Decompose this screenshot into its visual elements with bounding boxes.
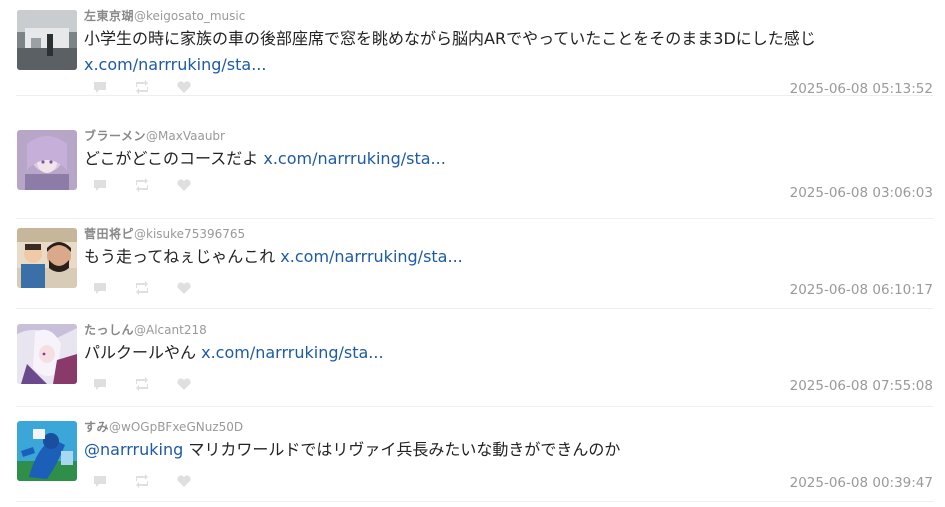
heart-icon[interactable] (176, 177, 192, 193)
tweet-link[interactable]: x.com/narrruking/sta... (84, 55, 266, 74)
tweet-text: 小学生の時に家族の車の後部座席で窓を眺めながら脳内ARでやっていたことをそのまま… (84, 26, 934, 78)
reply-feed: 左東京瑚@keigosato_music 小学生の時に家族の車の後部座席で窓を眺… (0, 0, 945, 507)
user-handle[interactable]: @wOGpBFxeGNuz50D (109, 420, 243, 434)
tweet-actions (92, 177, 192, 193)
tweet-item: ブラーメン@MaxVaaubr どこがどこのコースだよ x.com/narrru… (0, 120, 945, 219)
user-handle[interactable]: @keigosato_music (134, 9, 245, 23)
display-name[interactable]: 左東京瑚 (84, 9, 134, 23)
divider (16, 308, 933, 309)
avatar-image (17, 130, 77, 190)
tweet-header: 菅田将ピ@kisuke75396765 (84, 226, 245, 242)
retweet-icon[interactable] (134, 177, 150, 193)
tweet-text-content: どこがどこのコースだよ (84, 149, 259, 168)
user-avatar[interactable] (17, 421, 77, 481)
reply-icon[interactable] (92, 79, 108, 95)
avatar-image (17, 324, 77, 384)
tweet-link[interactable]: x.com/narrruking/sta... (201, 343, 383, 362)
user-handle[interactable]: @Alcant218 (134, 323, 207, 337)
user-avatar[interactable] (17, 130, 77, 190)
tweet-header: 左東京瑚@keigosato_music (84, 8, 245, 24)
user-handle[interactable]: @kisuke75396765 (134, 227, 245, 241)
avatar-image (17, 10, 77, 70)
tweet-actions (92, 79, 192, 95)
tweet-header: たっしん@Alcant218 (84, 322, 207, 338)
tweet-link[interactable]: x.com/narrruking/sta... (280, 247, 462, 266)
divider (16, 406, 933, 407)
heart-icon[interactable] (176, 376, 192, 392)
tweet-text-content: パルクールやん (84, 343, 197, 362)
tweet-item: たっしん@Alcant218 パルクールやん x.com/narrruking/… (0, 314, 945, 410)
reply-icon[interactable] (92, 177, 108, 193)
retweet-icon[interactable] (134, 79, 150, 95)
mention-link[interactable]: @narrruking (84, 440, 183, 459)
tweet-text-content: 小学生の時に家族の車の後部座席で窓を眺めながら脳内ARでやっていたことをそのまま… (84, 29, 816, 48)
tweet-item: 菅田将ピ@kisuke75396765 もう走ってねぇじゃんこれ x.com/n… (0, 218, 945, 314)
tweet-text: どこがどこのコースだよ x.com/narrruking/sta... (84, 146, 934, 172)
tweet-text: @narrruking マリカワールドではリヴァイ兵長みたいな動きができんのか (84, 437, 934, 463)
reply-icon[interactable] (92, 376, 108, 392)
retweet-icon[interactable] (134, 280, 150, 296)
tweet-actions (92, 473, 192, 489)
display-name[interactable]: すみ (84, 420, 109, 434)
display-name[interactable]: 菅田将ピ (84, 227, 134, 241)
tweet-header: すみ@wOGpBFxeGNuz50D (84, 419, 243, 435)
tweet-timestamp: 2025-06-08 03:06:03 (789, 185, 933, 201)
divider (16, 95, 933, 96)
display-name[interactable]: ブラーメン (84, 129, 146, 143)
avatar-image (17, 421, 77, 481)
tweet-header: ブラーメン@MaxVaaubr (84, 128, 225, 144)
avatar-image (17, 228, 77, 288)
retweet-icon[interactable] (134, 473, 150, 489)
heart-icon[interactable] (176, 473, 192, 489)
retweet-icon[interactable] (134, 376, 150, 392)
tweet-link[interactable]: x.com/narrruking/sta... (263, 149, 445, 168)
tweet-item: すみ@wOGpBFxeGNuz50D @narrruking マリカワールドでは… (0, 411, 945, 507)
tweet-timestamp: 2025-06-08 06:10:17 (789, 282, 933, 298)
user-avatar[interactable] (17, 10, 77, 70)
display-name[interactable]: たっしん (84, 323, 134, 337)
tweet-item: 左東京瑚@keigosato_music 小学生の時に家族の車の後部座席で窓を眺… (0, 0, 945, 97)
user-handle[interactable]: @MaxVaaubr (146, 129, 225, 143)
user-avatar[interactable] (17, 324, 77, 384)
heart-icon[interactable] (176, 280, 192, 296)
tweet-timestamp: 2025-06-08 07:55:08 (789, 378, 933, 394)
tweet-text: パルクールやん x.com/narrruking/sta... (84, 340, 934, 366)
tweet-actions (92, 280, 192, 296)
tweet-text-content: マリカワールドではリヴァイ兵長みたいな動きができんのか (188, 440, 621, 459)
tweet-actions (92, 376, 192, 392)
heart-icon[interactable] (176, 79, 192, 95)
tweet-text-content: もう走ってねぇじゃんこれ (84, 247, 276, 266)
tweet-text: もう走ってねぇじゃんこれ x.com/narrruking/sta... (84, 244, 934, 270)
tweet-timestamp: 2025-06-08 00:39:47 (789, 475, 933, 491)
reply-icon[interactable] (92, 280, 108, 296)
user-avatar[interactable] (17, 228, 77, 288)
reply-icon[interactable] (92, 473, 108, 489)
divider (16, 501, 933, 502)
